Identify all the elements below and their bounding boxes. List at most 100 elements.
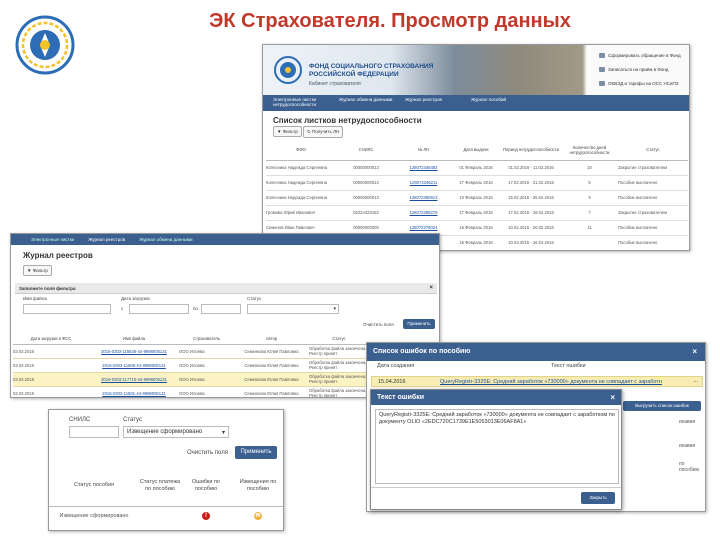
col-error-text: Текст ошибки [551,363,586,369]
link-okved[interactable]: ОКВЭД и тарифы на ОСС НСиПЗ [599,81,689,86]
error-row[interactable]: 15.04.2016 QueryRegistr-3325E: Средний з… [371,376,703,387]
close-icon[interactable]: × [429,285,433,291]
error-text-modal: Текст ошибки × QueryRegistr-3325E: Средни… [370,389,622,510]
col-fio: ФИО [266,140,336,161]
link-appeal[interactable]: Сформировать обращение в Фонд [599,53,689,58]
date-to-input[interactable] [201,304,241,314]
section-heading: Список листков нетрудоспособности [273,116,422,125]
col-status: Статус [618,140,688,161]
section-heading: Журнал реестров [23,251,93,260]
table-row[interactable]: Колесника Надежда Сергеевна 00000000013 12… [266,160,688,176]
nav-sick-leaves[interactable]: Электронные листки нетрудоспособности [273,95,339,111]
nav-benefits[interactable]: Журнал пособий [471,95,537,111]
link-appointment[interactable]: Записаться на приём в Фонд [599,67,689,72]
close-icon[interactable]: × [610,393,615,402]
apply-button[interactable]: Применить [235,446,277,459]
status-select[interactable]: Извещение сформировано ▾ [123,426,229,438]
doc-icon [599,53,605,58]
fss-small-logo-icon [274,56,302,84]
col-notices: Извещения по пособию [231,466,283,507]
file-link[interactable]: 2016-0303-11505-44-9998005131 [89,358,179,373]
chevron-down-icon: ▾ [333,306,336,312]
page-title: ЭК Страхователя. Просмотр данных [209,10,571,32]
date-from-input[interactable] [129,304,189,314]
nav-registries[interactable]: Журнал реестров [405,95,471,111]
file-link[interactable]: 2016-0303-117710-44-9998005131 [89,372,179,387]
nav-exchange-log[interactable]: Журнал обмена данными [339,95,405,111]
clear-fields-link[interactable]: Очистить поля [187,450,228,456]
error-icon[interactable]: ! [202,512,210,521]
col-file-name: Имя файла [89,334,179,345]
main-nav: Электронные листки нетрудоспособности Жу… [263,95,689,111]
col-upload-date: Дата загрузки в ФСС [13,334,89,345]
date-to-label: по [193,306,198,311]
fss-header-logo: ФОНД СОЦИАЛЬНОГО СТРАХОВАНИЯ РОССИЙСКОЙ … [273,55,433,90]
nav-registries[interactable]: Журнал реестров [88,234,125,245]
col-ln: № ЛН [396,140,451,161]
col-author: Автор [234,334,309,345]
table-row[interactable]: Громова Юрий Иванович 02224423152 12607236… [266,205,688,221]
refresh-icon: ↻ [307,129,311,134]
get-ln-button[interactable]: ↻ Получить ЛН [303,126,344,138]
chevron-down-icon: ▾ [221,430,225,436]
nav-sick-leaves[interactable]: Электронные листки [31,234,74,245]
benefits-table: Статус пособия Статус платежа по пособию… [49,466,283,526]
error-text-link[interactable]: QueryRegistr-3325E: Средний заработок «7… [440,379,690,385]
col-snils: СНИЛС [336,140,396,161]
filter-bar-title: Заполните поля фильтра [19,286,76,291]
close-icon[interactable]: × [692,347,697,356]
notice-icon[interactable]: ✉ [254,512,262,521]
nav-exchange-log[interactable]: Журнал обмена данными [139,234,192,245]
table-row[interactable]: Колесника Надежда Сергеевна 00000000013 12… [266,175,688,191]
col-benefit-status: Статус пособия [49,466,139,507]
info-icon [599,81,605,86]
benefits-screen: СНИЛС Статус Извещение сформировано ▾ Очи… [48,409,284,531]
ln-link[interactable]: 126072346211 [396,175,451,191]
apply-button[interactable]: Применить [403,319,435,329]
filter-button[interactable]: ▼ Фильтр [23,265,52,276]
col-payment-status: Статус платежа по пособию [139,466,181,507]
dialog-title: Список ошибок по пособию [373,348,471,355]
col-insurer: Страхователь [179,334,234,345]
sick-leave-list-screen: ФОНД СОЦИАЛЬНОГО СТРАХОВАНИЯ РОССИЙСКОЙ … [262,44,690,251]
file-name-input[interactable] [23,304,111,314]
table-row[interactable]: Колесника Надежда Сергеевна 00000000013 12… [266,190,688,206]
date-from-label: с [121,306,124,311]
col-status: Статус [309,334,369,345]
clear-fields-link[interactable]: Очистить поля [363,322,394,327]
file-link[interactable]: 2016-0303-11501-44-9998005131 [89,386,179,397]
snils-input[interactable] [69,426,119,438]
label-file-name: Имя файла [23,296,47,301]
status-select[interactable]: ▾ [247,304,339,314]
col-days: Количество дней нетрудоспособности [561,140,618,161]
col-created: Дата создания [377,363,415,369]
file-link[interactable]: 2016-0303-115545-44-9998005131 [89,344,179,359]
more-link[interactable]: ... [693,378,698,384]
filter-icon: ▼ [277,129,282,134]
modal-title: Текст ошибки [377,394,425,401]
modal-titlebar: Текст ошибки × [371,390,621,405]
modal-divider [371,487,621,488]
registries-nav: Электронные листки Журнал реестров Журна… [11,234,439,245]
label-upload-date: Дата загрузки [121,296,150,301]
filter-icon: ▼ [27,268,32,273]
col-period: Период нетрудоспособности [501,140,561,161]
calendar-icon [599,67,605,72]
ln-link[interactable]: 126072350913 [396,190,451,206]
col-errors: Ошибки по пособию [181,466,231,507]
dialog-titlebar: Список ошибок по пособию × [367,343,705,361]
close-button[interactable]: Закрыть [581,492,615,504]
ln-link[interactable]: 126072346482 [396,160,451,176]
label-status: Статус [247,296,262,301]
col-date: Дата выдачи [451,140,501,161]
export-errors-button[interactable]: Выгрузить список ошибок [623,401,701,411]
label-snils: СНИЛС [69,417,91,423]
header-banner: ФОНД СОЦИАЛЬНОГО СТРАХОВАНИЯ РОССИЙСКОЙ … [263,45,689,95]
org-subtitle: Кабинет страхователя [309,81,361,87]
error-text-area[interactable]: QueryRegistr-3325E: Средний заработок «7… [375,409,619,484]
table-row[interactable]: Извещение сформировано ! ✉ [49,506,283,526]
org-name: ФОНД СОЦИАЛЬНОГО СТРАХОВАНИЯ РОССИЙСКОЙ … [309,63,434,78]
ln-link[interactable]: 126072368276 [396,205,451,221]
filter-button[interactable]: ▼ Фильтр [273,126,302,137]
filter-bar: Заполните поля фильтра × [15,283,437,294]
